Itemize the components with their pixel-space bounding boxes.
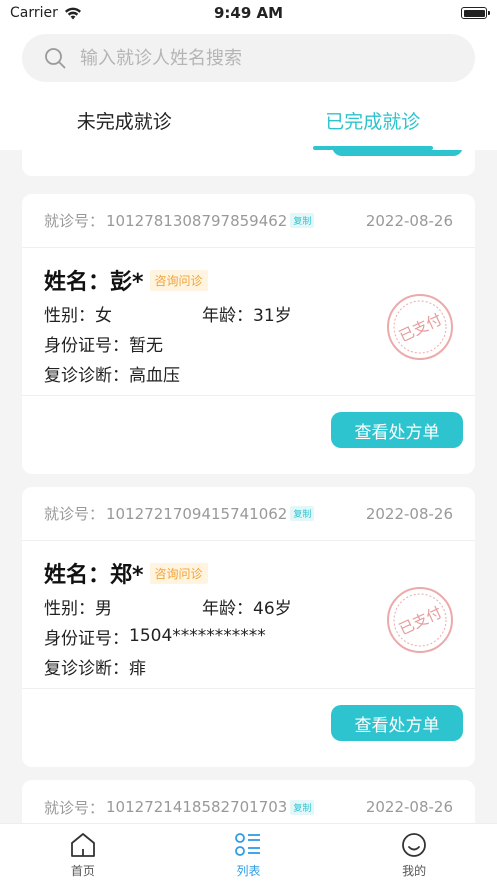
active-tab-indicator [312, 146, 433, 150]
visit-number: 就诊号： 1012721709415741062 复制 [44, 503, 315, 524]
search-bar[interactable] [22, 34, 475, 82]
copy-button[interactable]: 复制 [290, 213, 315, 228]
stamp-text: 已支付 [396, 310, 444, 345]
id-label: 身份证号： [44, 628, 129, 649]
visit-number-value: 1012721418582701703 [106, 798, 288, 816]
card-footer: 查看处方单 [22, 396, 475, 474]
patient-name: 彭* [110, 270, 144, 295]
id-value: 1504*********** [129, 626, 266, 646]
card-header: 就诊号： 1012781308797859462 复制 2022-08-26 [22, 194, 475, 248]
age-label: 年龄： [202, 305, 253, 326]
copy-button[interactable]: 复制 [290, 506, 315, 521]
stamp-text: 已支付 [396, 603, 444, 638]
nav-label: 我的 [402, 864, 427, 878]
search-icon [44, 47, 66, 69]
nav-item-home[interactable]: 首页 [0, 824, 166, 883]
diagnosis-label: 复诊诊断： [44, 658, 129, 679]
battery-icon [461, 7, 490, 19]
record-card: 就诊号： 1012721709415741062 复制 2022-08-26 姓… [22, 487, 475, 767]
visit-date: 2022-08-26 [365, 798, 453, 816]
patient-info: 姓名： 郑* 咨询问诊 性别： 男 年龄： 46岁 身份证号： 1504****… [22, 541, 475, 689]
view-prescription-button[interactable]: 查看处方单 [331, 705, 463, 741]
home-icon [69, 832, 97, 858]
wifi-icon [64, 7, 82, 20]
visit-date: 2022-08-26 [365, 504, 453, 523]
gender-value: 女 [95, 305, 112, 326]
record-card: 就诊号： 1012781308797859462 复制 2022-08-26 姓… [22, 194, 475, 474]
app-screen: Carrier 9:49 AM 未完成就 [0, 0, 497, 883]
diagnosis-label: 复诊诊断： [44, 365, 129, 386]
bottom-nav: 首页 列表 我的 [0, 823, 497, 883]
gender-value: 男 [95, 598, 112, 619]
paid-stamp-icon: 已支付 [385, 585, 455, 655]
visit-number-label: 就诊号： [44, 212, 105, 230]
nav-label: 列表 [236, 864, 261, 878]
age-value: 31岁 [253, 305, 292, 326]
view-prescription-button[interactable]: 查看处方单 [331, 412, 463, 448]
status-bar: Carrier 9:49 AM [0, 0, 497, 26]
diagnosis-value: 痱 [129, 658, 146, 679]
diagnosis-row: 复诊诊断： 痱 [44, 651, 453, 681]
nav-item-list[interactable]: 列表 [166, 824, 332, 883]
visit-number-label: 就诊号： [44, 505, 105, 523]
gender-label: 性别： [44, 305, 95, 326]
tab-completed-visits[interactable]: 已完成就诊 [249, 98, 497, 150]
visit-tabs: 未完成就诊 已完成就诊 [0, 98, 497, 150]
patient-info: 姓名： 彭* 咨询问诊 性别： 女 年龄： 31岁 身份证号： 暂无 复诊诊断：… [22, 248, 475, 396]
gender-label: 性别： [44, 598, 95, 619]
header: 未完成就诊 已完成就诊 [0, 26, 497, 150]
copy-button[interactable]: 复制 [290, 799, 315, 815]
name-label: 姓名： [44, 270, 111, 295]
tab-incomplete-visits[interactable]: 未完成就诊 [0, 98, 249, 150]
age-value: 46岁 [253, 598, 292, 619]
diagnosis-value: 高血压 [129, 365, 180, 386]
age-label: 年龄： [202, 598, 253, 619]
consult-type-badge: 咨询问诊 [149, 269, 208, 291]
visit-number: 就诊号： 1012721418582701703 复制 [44, 797, 315, 818]
id-value: 暂无 [129, 335, 163, 356]
search-input[interactable] [80, 47, 440, 69]
consult-type-badge: 咨询问诊 [149, 562, 208, 584]
visit-number-value: 1012721709415741062 [106, 504, 288, 523]
nav-item-profile[interactable]: 我的 [331, 824, 497, 883]
tab-label: 未完成就诊 [76, 111, 172, 133]
list-icon [234, 832, 262, 858]
profile-icon [400, 832, 428, 858]
tab-label: 已完成就诊 [325, 111, 421, 133]
visit-date: 2022-08-26 [365, 211, 453, 230]
name-label: 姓名： [44, 563, 111, 588]
status-left: Carrier [10, 5, 82, 21]
card-footer: 查看处方单 [22, 689, 475, 767]
carrier-label: Carrier [10, 5, 58, 21]
visit-number: 就诊号： 1012781308797859462 复制 [44, 210, 315, 231]
patient-name: 郑* [110, 563, 144, 588]
visit-number-value: 1012781308797859462 [106, 211, 288, 230]
id-label: 身份证号： [44, 335, 129, 356]
visit-number-label: 就诊号： [44, 798, 105, 817]
paid-stamp-icon: 已支付 [385, 292, 455, 362]
nav-label: 首页 [70, 864, 95, 878]
card-header: 就诊号： 1012721709415741062 复制 2022-08-26 [22, 487, 475, 541]
diagnosis-row: 复诊诊断： 高血压 [44, 358, 453, 388]
